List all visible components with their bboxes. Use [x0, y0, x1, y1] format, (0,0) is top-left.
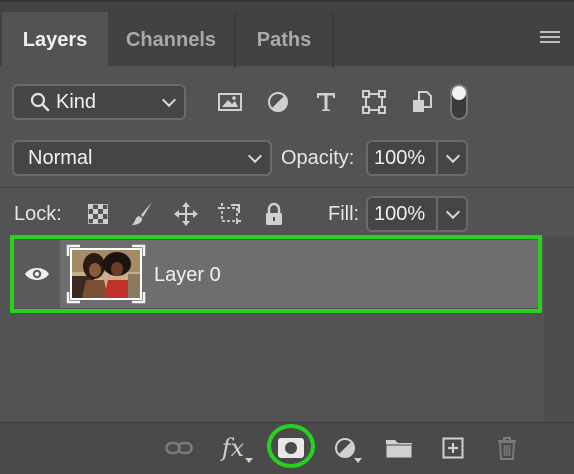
chevron-down-icon	[247, 148, 263, 164]
opacity-dropdown-button[interactable]	[438, 140, 468, 176]
panel-tabbar: Layers Channels Paths	[0, 0, 574, 68]
type-filter-icon[interactable]	[302, 84, 350, 120]
layers-scrollbar[interactable]	[544, 236, 574, 422]
fx-dropdown-indicator	[245, 458, 253, 463]
filter-kind-dropdown[interactable]: Kind	[12, 84, 186, 120]
eye-icon	[25, 268, 49, 280]
fill-label: Fill:	[328, 203, 360, 225]
mask-highlight	[267, 424, 315, 468]
fill-input[interactable]: 100%	[366, 196, 438, 232]
smart-object-filter-icon[interactable]	[398, 84, 446, 120]
link-layers-icon[interactable]	[164, 434, 194, 462]
adjustment-filter-icon[interactable]	[254, 84, 302, 120]
layer-name[interactable]: Layer 0	[154, 264, 221, 287]
lock-transparent-pixels-icon[interactable]	[76, 196, 120, 232]
chevron-down-icon	[161, 92, 177, 108]
divider	[0, 187, 574, 188]
panel-menu-icon[interactable]	[540, 31, 560, 45]
search-icon	[30, 92, 50, 112]
lock-icons	[76, 196, 296, 232]
tab-layers[interactable]: Layers	[2, 12, 108, 68]
filter-toggle[interactable]	[450, 84, 468, 120]
chevron-down-icon	[445, 204, 461, 220]
delete-icon[interactable]	[492, 434, 522, 462]
lock-label: Lock:	[14, 203, 62, 225]
opacity-label: Opacity:	[281, 147, 355, 169]
toggle-knob	[452, 86, 466, 100]
fill-dropdown-button[interactable]	[438, 196, 468, 232]
blend-mode-dropdown[interactable]: Normal	[12, 140, 272, 176]
layer-row[interactable]: Layer 0	[14, 240, 538, 308]
lock-artboard-icon[interactable]	[208, 196, 252, 232]
visibility-toggle[interactable]	[14, 240, 60, 308]
filter-icons	[206, 84, 446, 120]
lock-position-icon[interactable]	[164, 196, 208, 232]
adjustment-dropdown-indicator	[354, 458, 362, 463]
filter-kind-label: Kind	[56, 90, 97, 113]
blend-mode-value: Normal	[28, 146, 93, 169]
chevron-down-icon	[445, 148, 461, 164]
fx-icon[interactable]: fx	[218, 434, 248, 462]
opacity-input[interactable]: 100%	[366, 140, 438, 176]
new-layer-icon[interactable]	[438, 434, 468, 462]
shape-filter-icon[interactable]	[350, 84, 398, 120]
group-folder-icon[interactable]	[384, 434, 414, 462]
lock-image-pixels-icon[interactable]	[120, 196, 164, 232]
thumbnail-corner-brackets	[66, 244, 146, 304]
tab-channels[interactable]: Channels	[108, 12, 236, 68]
lock-all-icon[interactable]	[252, 196, 296, 232]
tab-paths[interactable]: Paths	[236, 12, 334, 68]
image-filter-icon[interactable]	[206, 84, 254, 120]
